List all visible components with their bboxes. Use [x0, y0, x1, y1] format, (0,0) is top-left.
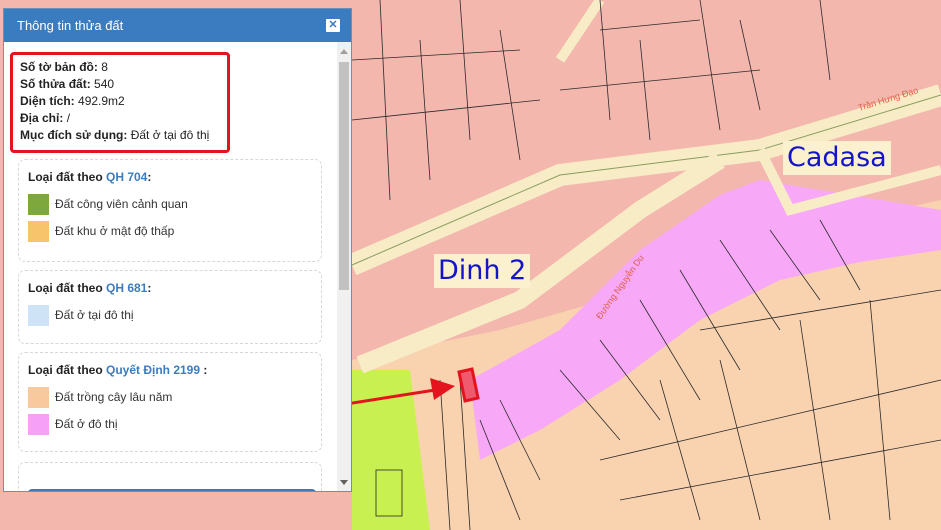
card-quyet-dinh-2199: Loại đất theo Quyết Định 2199 : Đất trồn…: [18, 352, 322, 452]
legend-item: Đất ở đô thị: [28, 413, 321, 435]
card-qh-704: Loại đất theo QH 704: Đất công viên cảnh…: [18, 159, 322, 262]
legend-item: Đất khu ở mật độ thấp: [28, 220, 321, 242]
parcel-info-panel: Thông tin thửa đất ✕ Số tờ bản đồ: 8 Số …: [3, 8, 352, 492]
scrollbar[interactable]: [337, 42, 351, 491]
parcel-info-box: Số tờ bản đồ: 8 Số thửa đất: 540 Diện tí…: [10, 52, 230, 153]
info-area: Diện tích: 492.9m2: [20, 94, 125, 108]
legend-swatch: [28, 413, 49, 435]
scroll-up-icon[interactable]: [340, 49, 348, 54]
map-label-cadasa: Cadasa: [783, 141, 891, 175]
scroll-down-icon[interactable]: [340, 480, 348, 485]
scroll-thumb[interactable]: [339, 62, 349, 290]
action-button[interactable]: [28, 489, 316, 491]
link-qh-681[interactable]: QH 681: [106, 281, 147, 295]
map-label-dinh-2: Dinh 2: [434, 254, 531, 288]
link-quyet-dinh-2199[interactable]: Quyết Định 2199: [106, 363, 200, 377]
legend-swatch: [28, 220, 49, 242]
legend-swatch: [28, 386, 49, 408]
card-qh-681: Loại đất theo QH 681: Đất ở tại đô thị: [18, 270, 322, 344]
info-map-sheet: Số tờ bản đồ: 8: [20, 60, 108, 74]
legend-item: Đất công viên cảnh quan: [28, 193, 321, 215]
info-address: Địa chỉ: /: [20, 111, 71, 125]
card-actions: [18, 462, 322, 491]
legend-swatch: [28, 193, 49, 215]
close-icon[interactable]: ✕: [326, 19, 340, 32]
legend-item: Đất trồng cây lâu năm: [28, 386, 321, 408]
info-land-use: Mục đích sử dụng: Đất ở tại đô thị: [20, 128, 210, 142]
link-qh-704[interactable]: QH 704: [106, 170, 147, 184]
legend-swatch: [28, 304, 49, 326]
panel-header: Thông tin thửa đất ✕: [4, 9, 351, 42]
legend-item: Đất ở tại đô thị: [28, 304, 321, 326]
panel-body: Số tờ bản đồ: 8 Số thửa đất: 540 Diện tí…: [4, 42, 337, 491]
panel-title: Thông tin thửa đất: [17, 18, 124, 33]
info-parcel-number: Số thửa đất: 540: [20, 77, 115, 91]
